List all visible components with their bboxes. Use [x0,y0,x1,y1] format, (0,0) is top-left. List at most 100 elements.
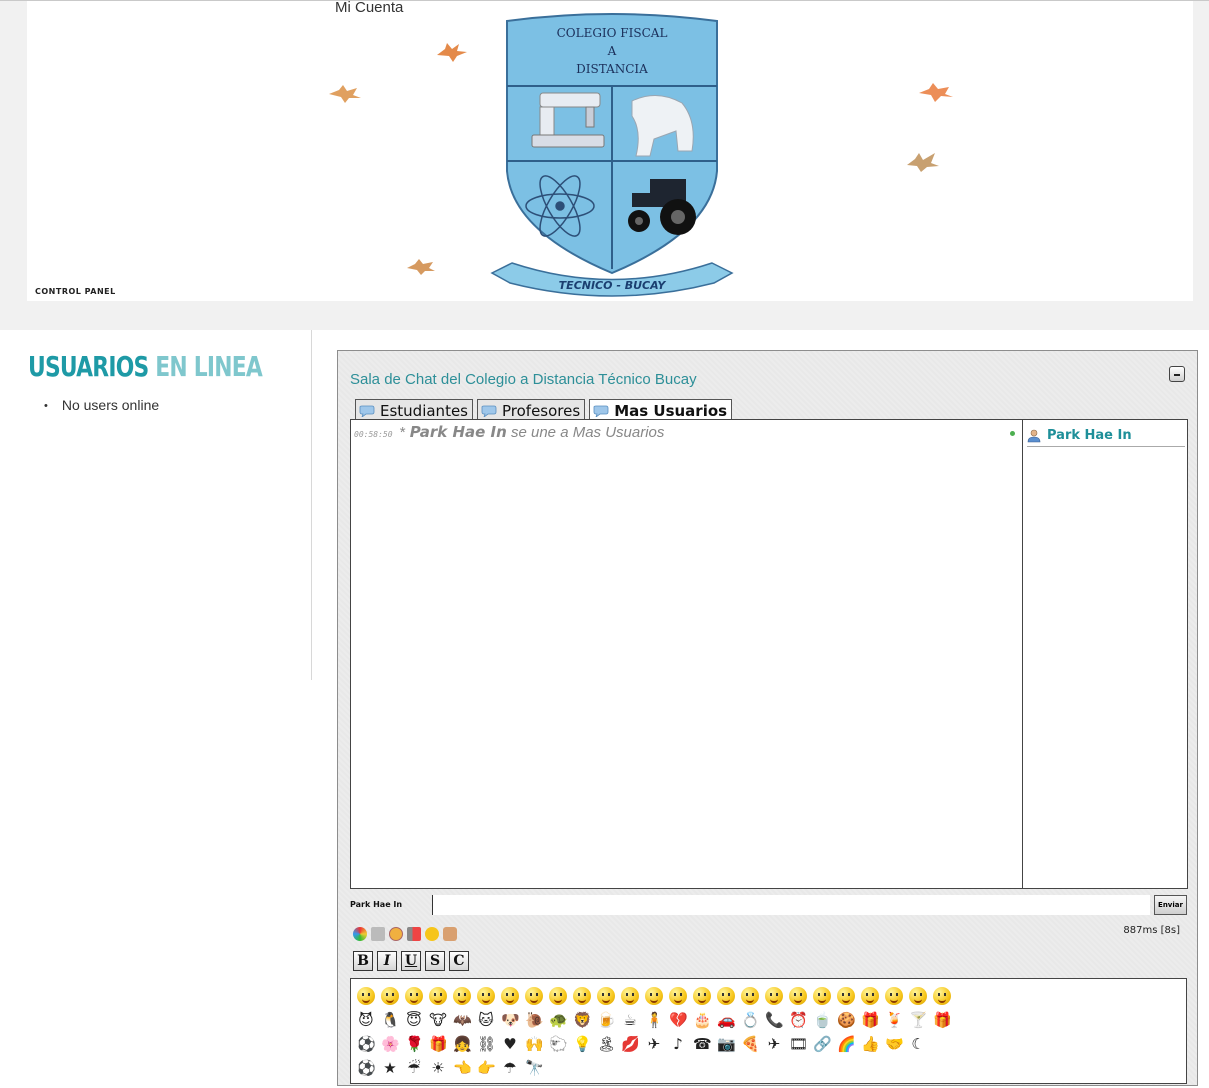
tea-icon[interactable]: 🍵 [813,1011,832,1029]
embarrassed-icon[interactable] [645,987,663,1005]
cry-icon[interactable] [477,987,495,1005]
sleepy-icon[interactable] [741,987,759,1005]
coffee-icon[interactable]: ☕ [621,1011,639,1029]
laugh-icon[interactable] [693,987,711,1005]
minimize-button[interactable] [1169,366,1185,382]
party-icon[interactable] [861,987,879,1005]
sick-icon[interactable] [789,987,807,1005]
message-list[interactable]: 00:58:50 * Park Hae In se une a Mas Usua… [350,419,1023,889]
user-list-item[interactable]: Park Hae In [1027,425,1185,447]
smirk-icon[interactable] [813,987,831,1005]
lion-icon[interactable]: 🦁 [573,1011,592,1029]
color-icon[interactable] [353,927,367,941]
star-icon[interactable]: ★ [381,1059,399,1077]
girl-icon[interactable]: 👧 [453,1035,472,1053]
turtle-icon[interactable]: 🐢 [549,1011,568,1029]
binoculars-icon[interactable]: 🔭 [525,1059,544,1077]
print-icon[interactable] [371,927,385,941]
tongue-icon[interactable] [429,987,447,1005]
strike-button[interactable]: S [425,951,445,971]
cake-icon[interactable]: 🎂 [693,1011,712,1029]
jet-icon[interactable]: ✈ [765,1035,783,1053]
send-button[interactable]: Enviar [1154,895,1187,915]
angel-icon[interactable]: 😇 [405,1011,423,1029]
rose-icon[interactable]: 🌹 [405,1035,424,1053]
penguin-icon[interactable]: 🐧 [381,1011,400,1029]
boy-icon[interactable]: 🧍 [645,1011,664,1029]
blush-icon[interactable] [669,987,687,1005]
cuffs-icon[interactable]: ⛓ [477,1035,496,1053]
moon-icon[interactable]: ☾ [909,1035,927,1053]
plane-icon[interactable]: ✈ [645,1035,663,1053]
user-icon[interactable] [443,927,457,941]
cool-icon[interactable] [501,987,519,1005]
underline-button[interactable]: U [401,951,421,971]
tab-estudiantes[interactable]: Estudiantes [355,399,473,421]
cocktail-icon[interactable]: 🍹 [885,1011,904,1029]
tab-profesores[interactable]: Profesores [477,399,586,421]
phone2-icon[interactable]: ☎ [693,1035,712,1053]
emoticon-icon[interactable] [425,927,439,941]
help-icon[interactable] [389,927,403,941]
camera-icon[interactable]: 📷 [717,1035,736,1053]
heart-broken-icon[interactable]: 💔 [669,1011,688,1029]
umbrella-icon[interactable]: ☂ [501,1059,519,1077]
pizza-icon[interactable]: 🍕 [741,1035,760,1053]
message-input[interactable] [432,895,1150,915]
gift-icon[interactable]: 🎁 [933,1011,952,1029]
shy-icon[interactable] [765,987,783,1005]
color-button[interactable]: C [449,951,469,971]
heart-icon[interactable]: ♥ [501,1035,519,1053]
handshake-icon[interactable]: 🤝 [885,1035,904,1053]
bold-button[interactable]: B [353,951,373,971]
account-link[interactable]: Mi Cuenta [335,1,403,16]
car-icon[interactable]: 🚗 [717,1011,736,1029]
sound-icon[interactable] [407,927,421,941]
grin-icon[interactable] [597,987,615,1005]
italic-button[interactable]: I [377,951,397,971]
wink-icon[interactable] [453,987,471,1005]
teeth-icon[interactable] [717,987,735,1005]
message-nick[interactable]: Park Hae In [410,423,507,441]
cat-icon[interactable]: 🐱 [477,1011,495,1029]
dog-icon[interactable]: 🐶 [501,1011,520,1029]
sheep-icon[interactable]: 🐑 [549,1035,568,1053]
hands-icon[interactable]: 🙌 [525,1035,544,1053]
rain-icon[interactable]: ☔ [405,1059,423,1077]
right-hand-icon[interactable]: 👉 [477,1059,496,1077]
drink-icon[interactable]: 🍺 [597,1011,616,1029]
confused-icon[interactable] [621,987,639,1005]
flower-icon[interactable]: 🌸 [381,1035,400,1053]
viking-icon[interactable]: 🐮 [429,1011,447,1029]
snail-icon[interactable]: 🐌 [525,1011,544,1029]
nerd-icon[interactable] [837,987,855,1005]
control-panel-link[interactable]: CONTROL PANEL [35,287,116,296]
devil-icon[interactable]: 😈 [357,1011,375,1029]
thinking-icon[interactable] [909,987,927,1005]
bulb-icon[interactable]: 💡 [573,1035,592,1053]
happy-icon[interactable] [405,987,423,1005]
ball-icon[interactable]: ⚽ [357,1059,376,1077]
film-icon[interactable]: 🎞 [789,1035,808,1053]
kiss-icon[interactable] [885,987,903,1005]
soccer-icon[interactable]: ⚽ [357,1035,376,1053]
sad-icon[interactable] [381,987,399,1005]
bat-icon[interactable]: 🦇 [453,1011,472,1029]
nauseous-icon[interactable] [933,987,951,1005]
sunglasses-icon[interactable] [573,987,591,1005]
kiss-lips-icon[interactable]: 💋 [621,1035,640,1053]
cookie-icon[interactable]: 🍪 [837,1011,856,1029]
present-icon[interactable]: 🎁 [861,1011,880,1029]
surprised-icon[interactable] [525,987,543,1005]
clock-icon[interactable]: ⏰ [789,1011,808,1029]
gift2-icon[interactable]: 🎁 [429,1035,448,1053]
thumbs-icon[interactable]: 👍 [861,1035,880,1053]
ring-icon[interactable]: 💍 [741,1011,760,1029]
rainbow-icon[interactable]: 🌈 [837,1035,856,1053]
connect-icon[interactable]: 🔗 [813,1035,832,1053]
phone-icon[interactable]: 📞 [765,1011,784,1029]
left-hand-icon[interactable]: 👈 [453,1059,472,1077]
smile-icon[interactable] [357,987,375,1005]
sun-icon[interactable]: ☀ [429,1059,447,1077]
martini-icon[interactable]: 🍸 [909,1011,928,1029]
